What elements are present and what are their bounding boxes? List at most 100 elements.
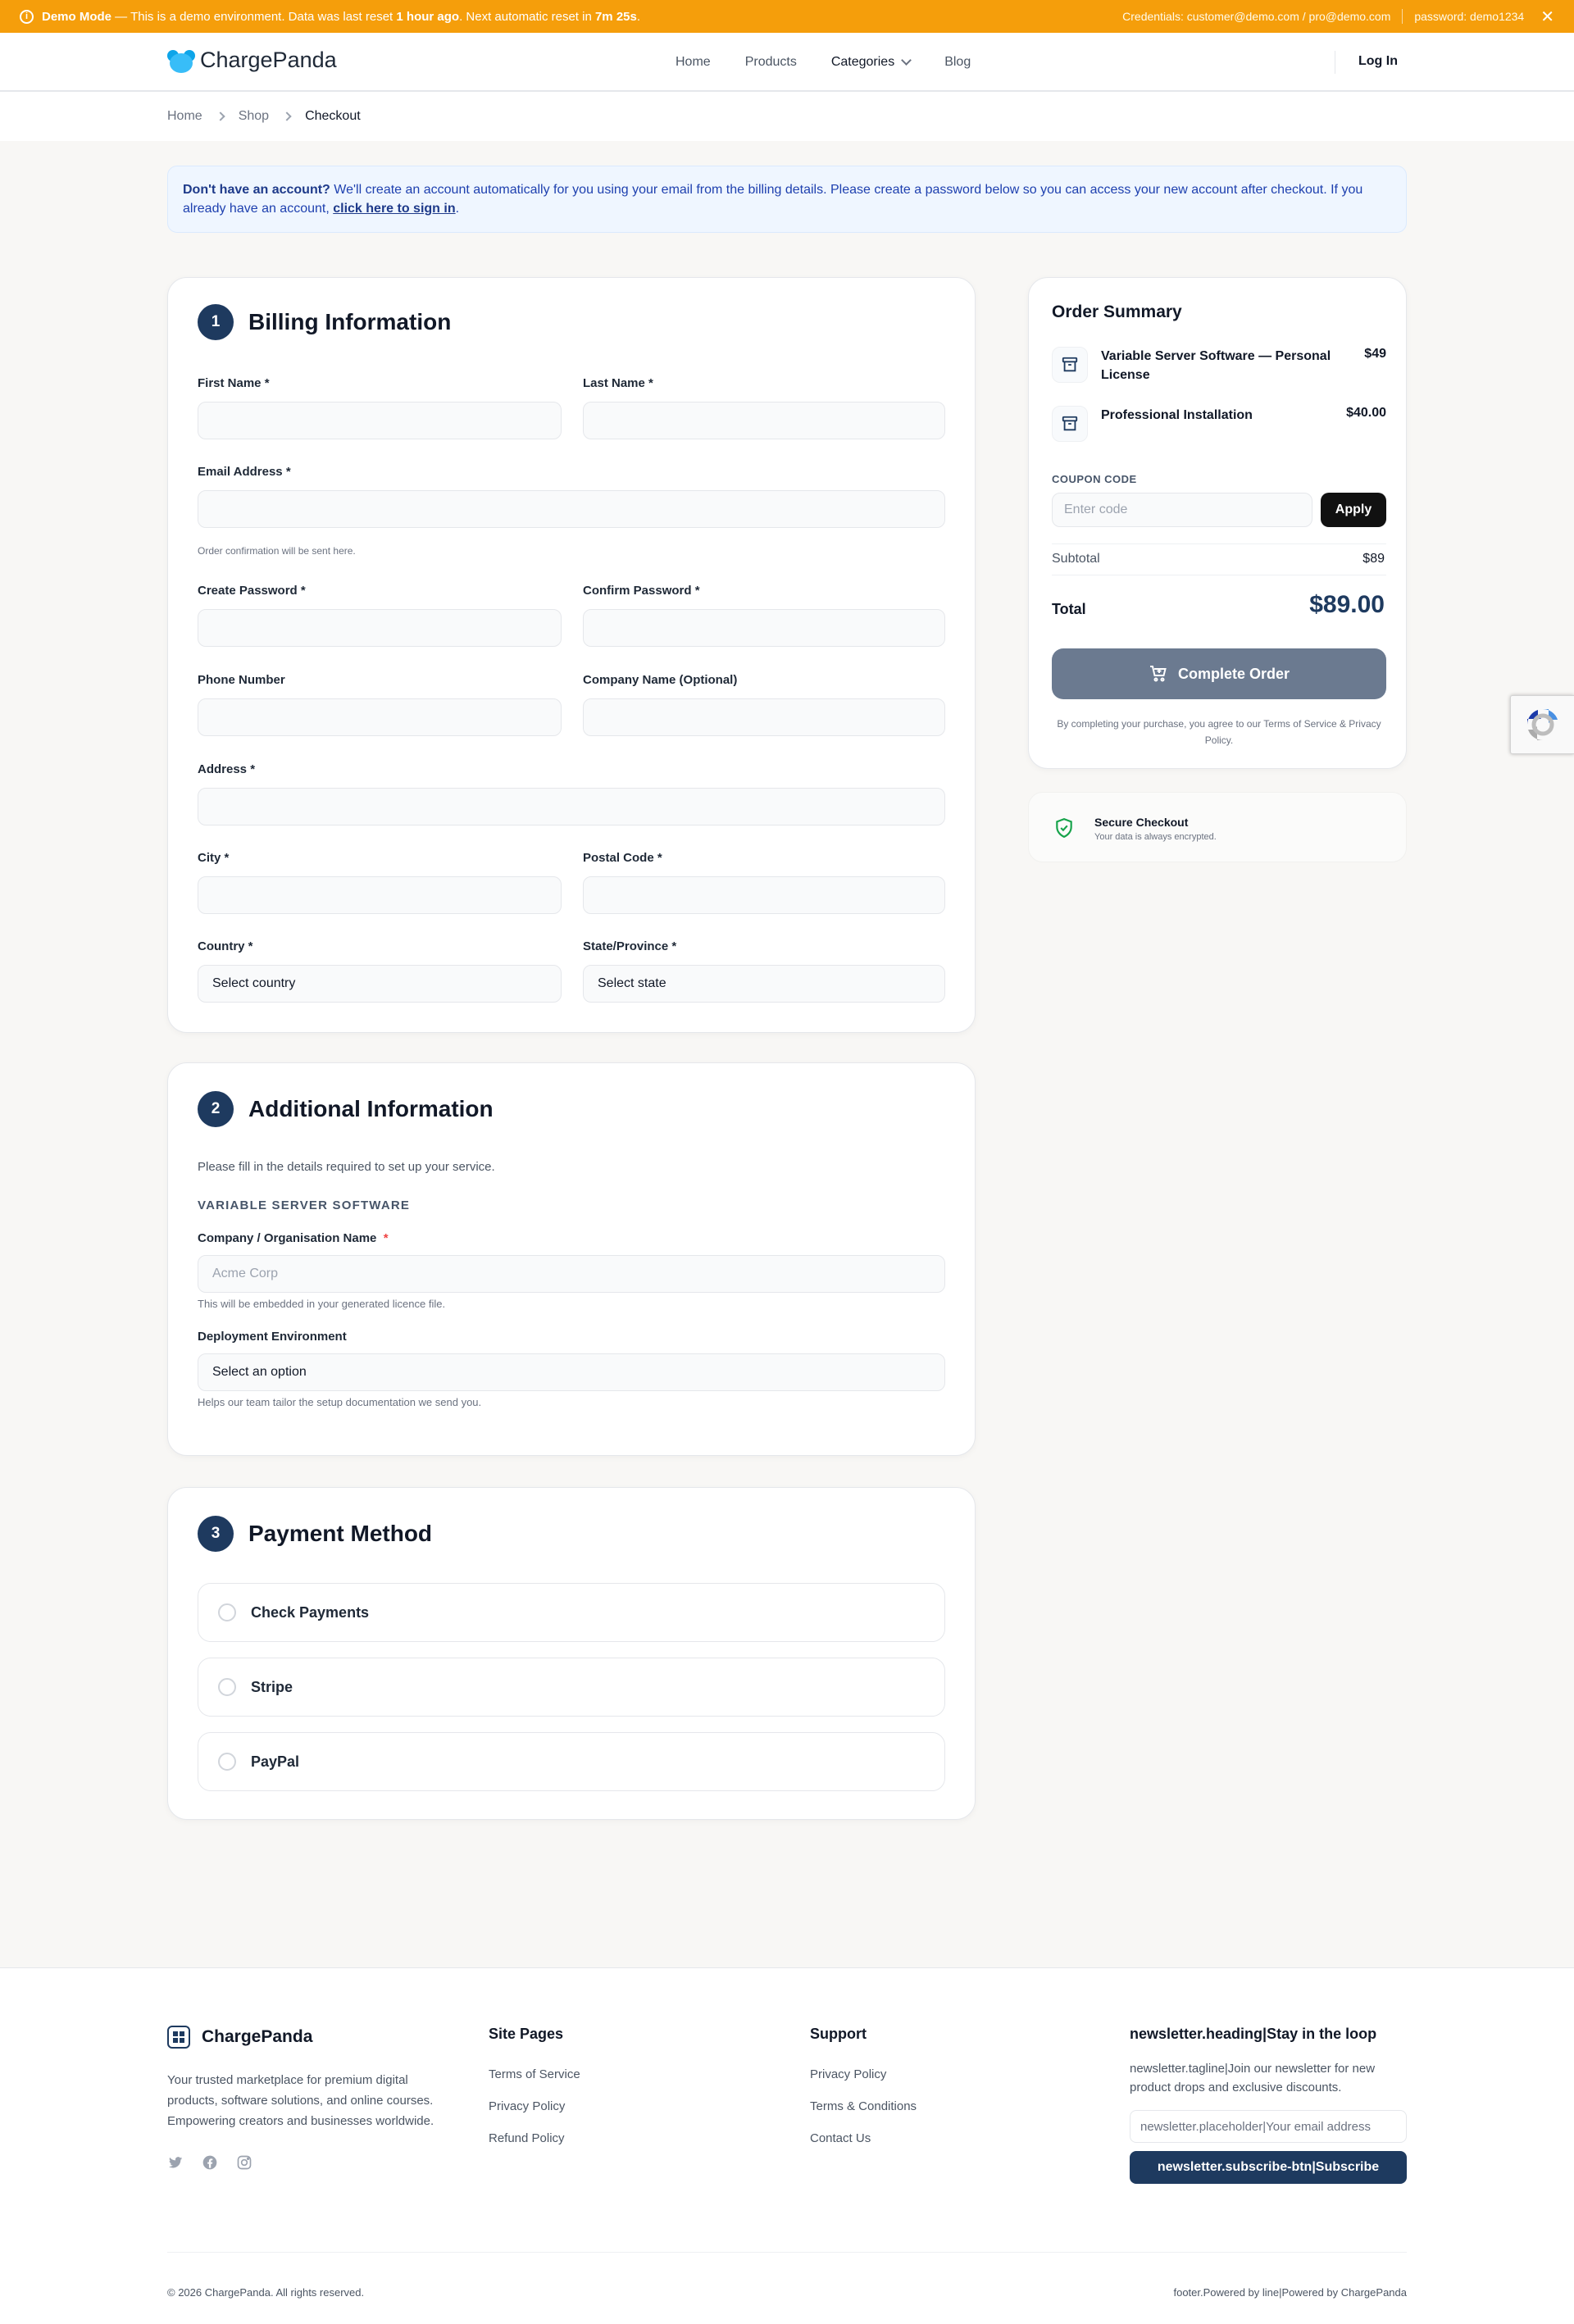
footer-column-title: Site Pages	[489, 2026, 564, 2042]
complete-order-button[interactable]: Complete Order	[1052, 648, 1386, 699]
demo-banner: i Demo Mode — This is a demo environment…	[0, 0, 1574, 33]
social-links	[167, 2154, 446, 2171]
payment-option-label: PayPal	[251, 1753, 300, 1770]
brand-logo[interactable]: ChargePanda	[167, 48, 337, 73]
country-label: Country *	[198, 939, 253, 953]
subscribe-button[interactable]: newsletter.subscribe-btn|Subscribe	[1130, 2151, 1407, 2184]
demo-password: password: demo1234	[1414, 10, 1525, 23]
recaptcha-badge[interactable]	[1510, 695, 1574, 754]
secure-checkout-badge: Secure Checkout Your data is always encr…	[1028, 792, 1407, 862]
step-badge: 1	[198, 304, 234, 340]
archive-box-icon	[1052, 347, 1088, 383]
phone-label: Phone Number	[198, 673, 285, 687]
footer-link-contact[interactable]: Contact Us	[810, 2131, 917, 2145]
company-input[interactable]	[583, 698, 945, 736]
copyright: © 2026 ChargePanda. All rights reserved.	[167, 2286, 365, 2299]
order-summary: Order Summary Variable Server Software —…	[1028, 277, 1407, 769]
breadcrumb-home[interactable]: Home	[167, 109, 202, 124]
breadcrumb: Home Shop Checkout	[0, 92, 1574, 141]
apply-coupon-button[interactable]: Apply	[1321, 493, 1386, 527]
org-name-input[interactable]	[198, 1255, 945, 1293]
first-name-label: First Name *	[198, 376, 270, 390]
newsletter-email-input[interactable]	[1130, 2110, 1407, 2143]
payment-option-stripe[interactable]: Stripe	[198, 1658, 945, 1717]
divider	[167, 2252, 1407, 2253]
facebook-icon[interactable]	[202, 2154, 218, 2171]
radio-button[interactable]	[218, 1603, 236, 1621]
instagram-icon[interactable]	[236, 2154, 252, 2171]
order-item-price: $49	[1364, 347, 1386, 361]
breadcrumb-shop[interactable]: Shop	[239, 109, 269, 124]
cart-icon	[1149, 666, 1167, 682]
chevron-right-icon	[282, 111, 292, 121]
subtotal-value: $89	[1362, 552, 1385, 566]
newsletter-heading: newsletter.heading|Stay in the loop	[1130, 2026, 1377, 2042]
nav-home[interactable]: Home	[676, 55, 711, 70]
state-select-value: Select state	[598, 976, 666, 990]
email-label: Email Address *	[198, 465, 291, 479]
order-item-name: Variable Server Software — Personal Lice…	[1101, 349, 1331, 382]
footer-link-privacy[interactable]: Privacy Policy	[810, 2067, 917, 2081]
footer-brand-name: ChargePanda	[202, 2027, 313, 2046]
footer-link-terms-conditions[interactable]: Terms & Conditions	[810, 2099, 917, 2113]
nav-categories[interactable]: Categories	[831, 55, 912, 70]
radio-button[interactable]	[218, 1678, 236, 1696]
footer-description: Your trusted marketplace for premium dig…	[167, 2073, 434, 2128]
email-hint: Order confirmation will be sent here.	[198, 545, 356, 557]
login-link[interactable]: Log In	[1358, 54, 1398, 69]
complete-order-label: Complete Order	[1177, 665, 1290, 682]
nav-blog[interactable]: Blog	[944, 55, 971, 70]
site-footer: ChargePanda Your trusted marketplace for…	[0, 1967, 1574, 2324]
notice-strong: Don't have an account?	[183, 183, 330, 197]
subtotal-label: Subtotal	[1052, 552, 1100, 566]
section-title: Billing Information	[248, 309, 452, 334]
close-icon[interactable]: ✕	[1540, 7, 1554, 27]
footer-link-terms[interactable]: Terms of Service	[489, 2067, 580, 2081]
last-name-input[interactable]	[583, 402, 945, 439]
country-select-value: Select country	[212, 976, 296, 990]
total-label: Total	[1052, 601, 1086, 617]
password-input[interactable]	[198, 609, 562, 647]
address-input[interactable]	[198, 788, 945, 825]
radio-button[interactable]	[218, 1753, 236, 1771]
email-input[interactable]	[198, 490, 945, 528]
payment-option-check[interactable]: Check Payments	[198, 1583, 945, 1642]
twitter-icon[interactable]	[167, 2154, 184, 2171]
footer-brand-column: ChargePanda Your trusted marketplace for…	[167, 2026, 446, 2171]
footer-column-title: Support	[810, 2026, 867, 2042]
order-item: Variable Server Software — Personal Lice…	[1052, 347, 1386, 384]
last-name-label: Last Name *	[583, 376, 653, 390]
footer-brand[interactable]: ChargePanda	[167, 2026, 446, 2049]
payment-option-paypal[interactable]: PayPal	[198, 1732, 945, 1791]
org-name-hint: This will be embedded in your generated …	[198, 1298, 446, 1310]
powered-by: footer.Powered by line|Powered by Charge…	[1173, 2286, 1407, 2299]
password-label: Create Password *	[198, 584, 306, 598]
footer-link-refund[interactable]: Refund Policy	[489, 2131, 580, 2145]
section-title: Additional Information	[248, 1096, 494, 1121]
product-group-heading: VARIABLE SERVER SOFTWARE	[198, 1198, 411, 1212]
divider	[1402, 9, 1403, 24]
country-select[interactable]: Select country	[198, 965, 562, 1003]
company-label: Company Name (Optional)	[583, 673, 738, 687]
coupon-input[interactable]	[1052, 493, 1312, 527]
first-name-input[interactable]	[198, 402, 562, 439]
recaptcha-icon	[1526, 709, 1558, 740]
brand-name: ChargePanda	[200, 48, 337, 72]
step-badge: 2	[198, 1091, 234, 1127]
org-name-label-text: Company / Organisation Name	[198, 1231, 377, 1245]
city-input[interactable]	[198, 876, 562, 914]
secure-text: Your data is always encrypted.	[1094, 832, 1217, 842]
phone-input[interactable]	[198, 698, 562, 736]
state-select[interactable]: Select state	[583, 965, 945, 1003]
nav-products[interactable]: Products	[745, 55, 797, 70]
postal-input[interactable]	[583, 876, 945, 914]
sign-in-link[interactable]: click here to sign in	[333, 202, 455, 216]
footer-link-privacy[interactable]: Privacy Policy	[489, 2099, 580, 2113]
footer-support: Support Privacy Policy Terms & Condition…	[810, 2026, 917, 2145]
env-select-value: Select an option	[212, 1365, 307, 1379]
newsletter-tagline: newsletter.tagline|Join our newsletter f…	[1130, 2062, 1376, 2094]
secure-title: Secure Checkout	[1094, 816, 1189, 829]
shield-check-icon	[1056, 818, 1072, 839]
confirm-password-input[interactable]	[583, 609, 945, 647]
env-select[interactable]: Select an option	[198, 1353, 945, 1391]
